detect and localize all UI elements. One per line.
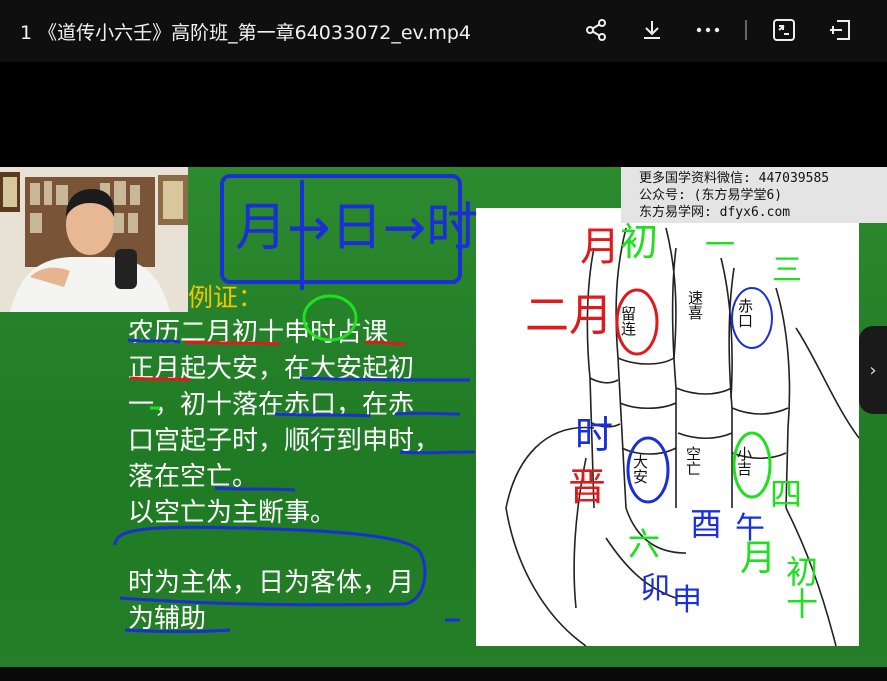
annotation-chu-ten: 初十 (781, 555, 819, 619)
next-arrow-button[interactable]: › (859, 326, 887, 414)
annotation-layer: 月→日→时 月 二月 初 一 三 时 晋 四 初十 六 酉 午 月 卯 申 留连… (113, 174, 819, 633)
annotation-month: 月 (580, 224, 620, 270)
palm-label-xiaoji: 小吉 (735, 446, 753, 476)
annotation-six: 六 (628, 525, 660, 563)
palm-label-chikou: 赤口 (736, 298, 754, 328)
annotation-mao: 卯 (640, 571, 670, 606)
annotation-chu: 初 (620, 220, 658, 264)
annotation-hour: 时 (575, 413, 613, 457)
annotation-one: 一 (705, 228, 735, 263)
annotation-jin: 晋 (568, 465, 606, 509)
annotation-shen: 申 (672, 583, 702, 618)
chevron-right-icon: › (869, 359, 877, 381)
palm-label-daan: 大安 (631, 454, 649, 484)
annotation-yue: 月 (740, 538, 776, 579)
annotation-month-day-hour: 月→日→时 (235, 198, 478, 258)
annotation-you: 酉 (690, 505, 722, 543)
annotation-four: 四 (770, 475, 802, 513)
annotation-three: 三 (772, 253, 802, 288)
palm-label-kongwang: 空亡 (684, 446, 702, 476)
annotation-second-month: 二月 (525, 290, 613, 341)
bottom-bar (0, 667, 887, 681)
palm-label-liulian: 留连 (619, 306, 637, 337)
palm-label-suxi: 速喜 (686, 290, 704, 320)
